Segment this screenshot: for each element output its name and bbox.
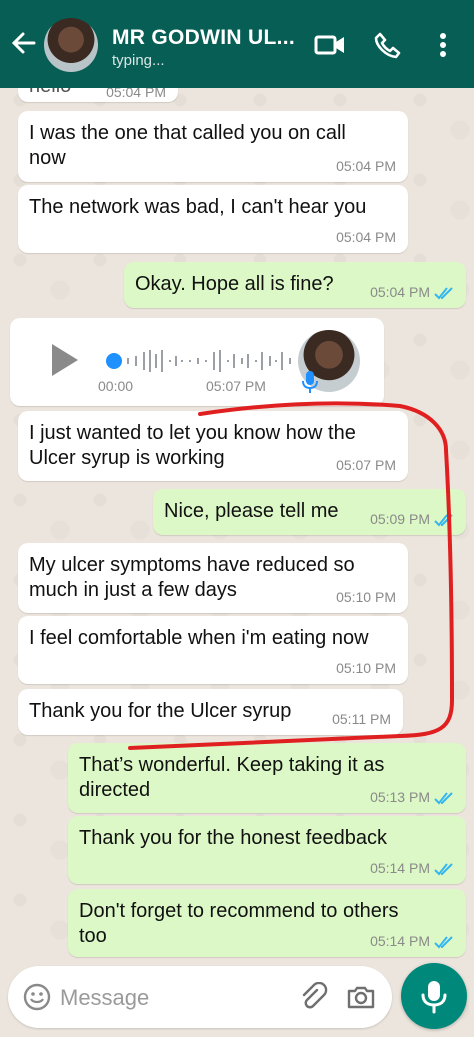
message-outgoing[interactable]: That’s wonderful. Keep taking it as dire… (68, 743, 466, 813)
message-time: 05:07 PM (206, 378, 266, 394)
message-text: Thank you for the Ulcer syrup (29, 700, 292, 722)
message-text: I feel comfortable when i'm eating now (29, 627, 369, 649)
message-text: That’s wonderful. Keep taking it as dire… (79, 754, 385, 801)
read-tick-icon (434, 287, 453, 300)
back-arrow-icon[interactable] (8, 28, 38, 58)
voice-duration: 00:00 (98, 378, 134, 394)
contact-avatar[interactable] (44, 18, 98, 72)
message-text: My ulcer symptoms have reduced so much i… (29, 554, 355, 601)
message-incoming[interactable]: I feel comfortable when i'm eating now 0… (18, 616, 408, 684)
message-incoming[interactable]: I was the one that called you on call no… (18, 111, 408, 182)
message-time: 05:10 PM (336, 660, 396, 676)
message-outgoing[interactable]: Okay. Hope all is fine? 05:04 PM (124, 262, 466, 308)
message-time: 05:13 PM (370, 789, 430, 805)
message-time: 05:04 PM (336, 229, 396, 245)
message-outgoing[interactable]: Thank you for the honest feedback 05:14 … (68, 816, 466, 884)
message-time: 05:14 PM (370, 860, 430, 876)
message-text: The network was bad, I can't hear you (29, 196, 367, 218)
read-tick-icon (434, 514, 453, 527)
paperclip-icon[interactable] (298, 982, 328, 1012)
waveform[interactable] (106, 348, 296, 374)
video-call-icon[interactable] (314, 30, 344, 60)
message-incoming[interactable]: I just wanted to let you know how the Ul… (18, 411, 408, 481)
typing-status: typing... (112, 52, 165, 69)
message-incoming[interactable]: Thank you for the Ulcer syrup 05:11 PM (18, 689, 403, 735)
emoji-icon[interactable] (22, 982, 52, 1012)
message-incoming[interactable]: The network was bad, I can't hear you 05… (18, 185, 408, 253)
message-time: 05:04 PM (370, 284, 430, 300)
message-time: 05:11 PM (332, 711, 391, 727)
voice-record-button[interactable] (401, 963, 467, 1029)
message-text: I just wanted to let you know how the Ul… (29, 422, 356, 469)
message-input-bar[interactable]: Message (8, 966, 392, 1028)
message-outgoing[interactable]: Don't forget to recommend to others too … (68, 889, 466, 957)
contact-name[interactable]: MR GODWIN UL... (112, 26, 295, 50)
phone-icon[interactable] (372, 30, 402, 60)
mic-icon (421, 981, 447, 1014)
message-time: 05:04 PM (336, 158, 396, 174)
message-incoming[interactable]: My ulcer symptoms have reduced so much i… (18, 543, 408, 613)
message-text: I was the one that called you on call no… (29, 122, 346, 169)
message-input[interactable]: Message (60, 985, 149, 1011)
chat-header: MR GODWIN UL... typing... (0, 0, 474, 88)
camera-icon[interactable] (346, 982, 376, 1012)
message-text: Thank you for the honest feedback (79, 827, 387, 849)
read-tick-icon (434, 792, 453, 805)
mic-icon (302, 371, 318, 393)
message-time: 05:07 PM (336, 457, 396, 473)
message-text: Nice, please tell me (164, 500, 339, 522)
message-time: 05:14 PM (370, 933, 430, 949)
play-icon[interactable] (52, 344, 78, 376)
message-outgoing[interactable]: Nice, please tell me 05:09 PM (153, 489, 466, 535)
message-time: 05:09 PM (370, 511, 430, 527)
voice-message[interactable]: 00:00 05:07 PM (10, 318, 384, 406)
read-tick-icon (434, 863, 453, 876)
more-vert-icon[interactable] (428, 30, 458, 60)
message-time: 05:10 PM (336, 589, 396, 605)
message-text: Okay. Hope all is fine? (135, 273, 334, 295)
read-tick-icon (434, 936, 453, 949)
